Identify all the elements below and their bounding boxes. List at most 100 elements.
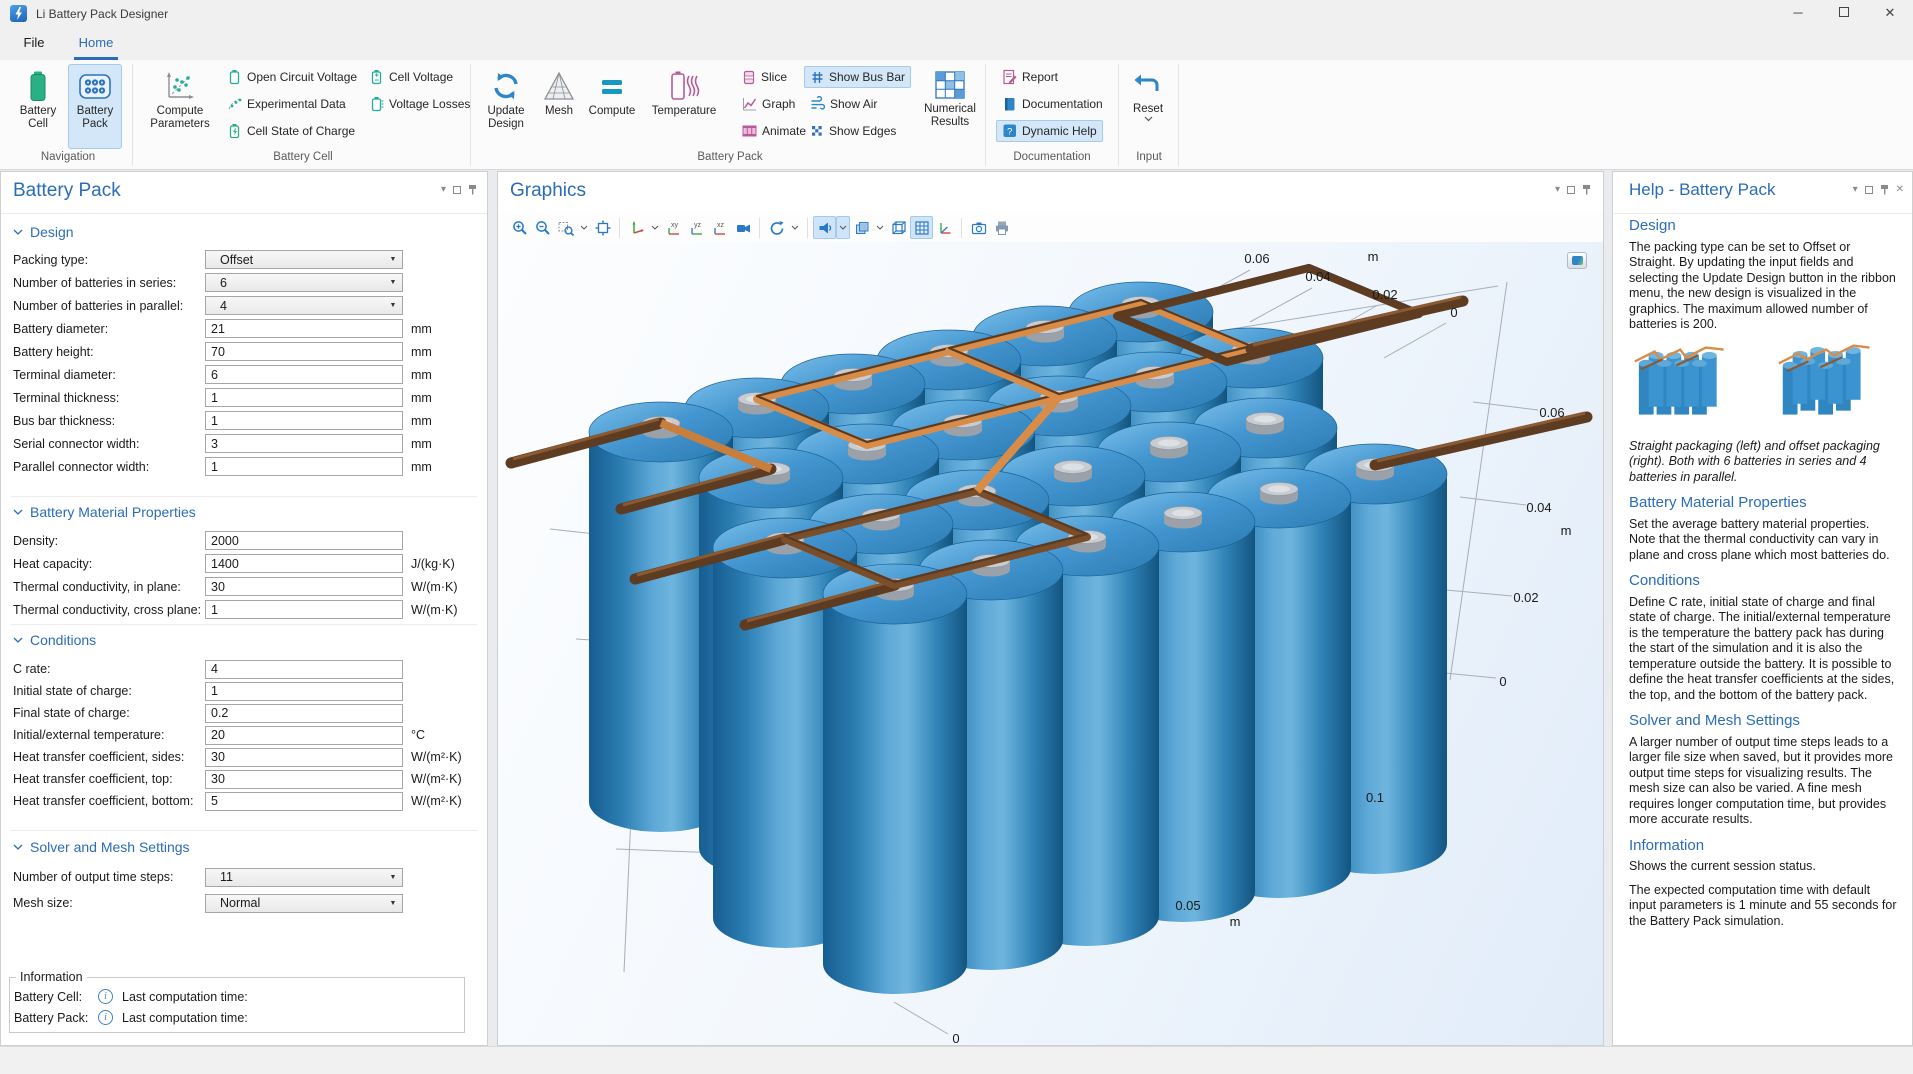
show-air-button[interactable]: Show Air: [804, 93, 883, 115]
chevron-down-icon[interactable]: ▾: [441, 184, 446, 195]
dynamic-help-button[interactable]: ? Dynamic Help: [996, 120, 1103, 142]
open-circuit-voltage-button[interactable]: Open Circuit Voltage: [222, 66, 363, 88]
report-button[interactable]: Report: [996, 66, 1064, 88]
density-input[interactable]: 2000: [205, 531, 403, 550]
pin-icon[interactable]: [468, 184, 477, 195]
graph-button[interactable]: Graph: [736, 93, 801, 115]
mesh-button[interactable]: Mesh: [538, 64, 580, 149]
3d-scene[interactable]: 0.060.040.020m0.060.040.020m0.10.050m: [498, 242, 1603, 1045]
battery-cell-button[interactable]: Battery Cell: [12, 64, 64, 149]
output-time-steps-select[interactable]: 11▼: [205, 868, 403, 887]
initial-state-of-charge-input[interactable]: 1: [205, 682, 403, 701]
chevron-down-icon[interactable]: ▾: [1853, 184, 1858, 195]
group-label-navigation: Navigation: [8, 151, 128, 163]
final-state-of-charge-input[interactable]: 0.2: [205, 704, 403, 723]
heat-transfer-sides-input[interactable]: 30: [205, 748, 403, 767]
maximize-button[interactable]: [1821, 0, 1867, 27]
svg-text:0: 0: [1499, 674, 1506, 689]
reset-button[interactable]: Reset: [1124, 64, 1172, 149]
thermal-conductivity-cross-plane-input[interactable]: 1: [205, 600, 403, 619]
chevron-down-icon[interactable]: [788, 216, 802, 239]
terminal-diameter-input[interactable]: 6: [205, 365, 403, 384]
experimental-data-button[interactable]: Experimental Data: [222, 93, 352, 115]
c-rate-input[interactable]: 4: [205, 660, 403, 679]
section-solver-and-mesh[interactable]: Solver and Mesh Settings: [13, 839, 190, 855]
documentation-button[interactable]: Documentation: [996, 93, 1109, 115]
wireframe-icon[interactable]: [887, 216, 910, 239]
button-label: Temperature: [652, 105, 717, 118]
batteries-in-series-select[interactable]: 6▼: [205, 273, 403, 292]
float-icon[interactable]: [1865, 186, 1873, 194]
mesh-size-select[interactable]: Normal▼: [205, 894, 403, 913]
cell-state-of-charge-button[interactable]: Cell State of Charge: [222, 120, 361, 142]
battery-height-input[interactable]: 70: [205, 342, 403, 361]
info-icon[interactable]: i: [98, 989, 113, 1004]
chevron-down-icon[interactable]: [648, 216, 662, 239]
zoom-in-icon[interactable]: [508, 216, 531, 239]
close-button[interactable]: ✕: [1867, 0, 1913, 27]
rotate-icon[interactable]: [765, 216, 788, 239]
compute-parameters-button[interactable]: Compute Parameters: [142, 64, 218, 149]
chevron-down-icon[interactable]: [577, 216, 591, 239]
temperature-button[interactable]: Temperature: [644, 64, 724, 149]
plot-thumbnail-button[interactable]: [1567, 252, 1587, 269]
section-battery-material-properties[interactable]: Battery Material Properties: [13, 504, 196, 520]
snapshot-icon[interactable]: [967, 216, 990, 239]
button-label: Graph: [762, 97, 795, 111]
initial-external-temperature-input[interactable]: 20: [205, 726, 403, 745]
minimize-button[interactable]: ─: [1775, 0, 1821, 27]
info-icon[interactable]: i: [98, 1010, 113, 1025]
serial-connector-width-input[interactable]: 3: [205, 434, 403, 453]
form-row: Terminal diameter: 6mm: [1, 363, 487, 386]
float-icon[interactable]: [453, 186, 461, 194]
section-conditions[interactable]: Conditions: [13, 632, 96, 648]
print-icon[interactable]: [990, 216, 1013, 239]
chevron-down-icon[interactable]: [836, 216, 850, 239]
view-xy-icon[interactable]: xy: [662, 216, 685, 239]
heat-transfer-bottom-input[interactable]: 5: [205, 792, 403, 811]
terminal-thickness-input[interactable]: 1: [205, 388, 403, 407]
slice-button[interactable]: Slice: [736, 66, 793, 88]
tab-home[interactable]: Home: [74, 27, 118, 60]
svg-text:0.05: 0.05: [1175, 898, 1200, 913]
battery-pack-button[interactable]: Battery Pack: [68, 64, 122, 149]
graphics-canvas[interactable]: 0.060.040.020m0.060.040.020m0.10.050m: [498, 242, 1603, 1045]
button-label: Reset: [1133, 103, 1163, 116]
animate-button[interactable]: Animate: [736, 120, 812, 142]
view-xz-icon[interactable]: xz: [708, 216, 731, 239]
cell-voltage-button[interactable]: Cell Voltage: [364, 66, 459, 88]
view-yz-icon[interactable]: yz: [685, 216, 708, 239]
numerical-results-button[interactable]: Numerical Results: [914, 64, 986, 149]
packing-type-select[interactable]: Offset▼: [205, 250, 403, 269]
heat-capacity-input[interactable]: 1400: [205, 554, 403, 573]
close-icon[interactable]: ✕: [1896, 184, 1904, 195]
chevron-down-icon[interactable]: ▾: [1555, 184, 1560, 195]
axes-icon[interactable]: [933, 216, 956, 239]
projection-icon[interactable]: [731, 216, 754, 239]
compute-button[interactable]: Compute: [584, 64, 640, 149]
show-bus-bar-button[interactable]: Show Bus Bar: [804, 66, 911, 88]
view-menu-icon[interactable]: [850, 216, 873, 239]
chevron-down-icon[interactable]: [873, 216, 887, 239]
grid-icon[interactable]: [910, 216, 933, 239]
voltage-losses-button[interactable]: Voltage Losses: [364, 93, 476, 115]
battery-diameter-input[interactable]: 21: [205, 319, 403, 338]
pin-icon[interactable]: [1880, 184, 1889, 195]
show-edges-button[interactable]: Show Edges: [804, 120, 902, 142]
section-heading: Conditions: [30, 632, 96, 648]
heat-transfer-top-input[interactable]: 30: [205, 770, 403, 789]
thermal-conductivity-in-plane-input[interactable]: 30: [205, 577, 403, 596]
section-design[interactable]: Design: [13, 224, 74, 240]
default-view-icon[interactable]: [625, 216, 648, 239]
scene-light-icon[interactable]: [813, 216, 836, 239]
pin-icon[interactable]: [1582, 184, 1591, 195]
tab-file[interactable]: File: [20, 27, 48, 60]
parallel-connector-width-input[interactable]: 1: [205, 457, 403, 476]
zoom-out-icon[interactable]: [531, 216, 554, 239]
zoom-box-icon[interactable]: [554, 216, 577, 239]
float-icon[interactable]: [1567, 186, 1575, 194]
bus-bar-thickness-input[interactable]: 1: [205, 411, 403, 430]
batteries-in-parallel-select[interactable]: 4▼: [205, 296, 403, 315]
zoom-extents-icon[interactable]: [591, 216, 614, 239]
update-design-button[interactable]: Update Design: [478, 64, 534, 149]
